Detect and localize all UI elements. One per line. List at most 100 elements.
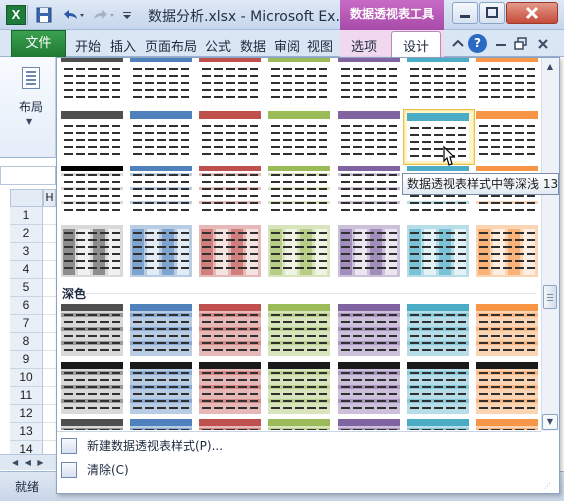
ribbon-restore-icon[interactable] [512,35,530,53]
column-header-h[interactable]: H [43,189,56,207]
style-swatch[interactable] [199,111,261,162]
style-swatch[interactable] [61,111,123,162]
style-swatch[interactable] [407,419,469,430]
save-icon[interactable] [35,5,53,25]
style-swatch[interactable] [199,362,261,414]
style-swatch[interactable] [130,304,192,356]
style-swatch[interactable] [476,225,538,277]
style-swatch[interactable] [61,225,123,277]
customize-quick-access-icon[interactable] [121,5,133,25]
file-tab[interactable]: 文件 [11,30,66,57]
gallery-scrollbar[interactable] [541,58,559,431]
tab-insert[interactable]: 插入 [110,36,136,55]
tab-page-layout[interactable]: 页面布局 [145,36,197,55]
style-swatch[interactable] [130,166,192,218]
style-swatch[interactable] [199,419,261,430]
style-swatch[interactable] [268,58,330,103]
help-icon[interactable]: ? [468,34,487,53]
sheet-cell[interactable] [43,243,56,261]
close-icon[interactable] [506,2,558,24]
sheet-cell[interactable] [43,387,56,405]
style-swatch[interactable] [61,419,123,430]
hovered-style-swatch[interactable] [407,113,469,161]
style-swatch[interactable] [407,225,469,277]
sheet-cell[interactable] [43,405,56,423]
sheet-cell[interactable] [43,297,56,315]
clear-style-menu-item[interactable]: 清除(C) [57,459,541,481]
style-swatch[interactable] [338,225,400,277]
style-swatch[interactable] [130,419,192,430]
minimize-ribbon-icon[interactable] [449,35,467,53]
row-header[interactable]: 3 [10,243,43,261]
tab-data[interactable]: 数据 [240,36,266,55]
undo-icon[interactable] [60,5,86,25]
style-swatch[interactable] [61,304,123,356]
style-swatch[interactable] [130,362,192,414]
tab-options[interactable]: 选项 [351,36,377,55]
tab-view[interactable]: 视图 [307,36,333,55]
style-swatch[interactable] [476,58,538,103]
sheet-cell[interactable] [43,225,56,243]
row-header[interactable]: 13 [10,423,43,441]
style-swatch[interactable] [268,111,330,162]
style-swatch[interactable] [338,419,400,430]
style-swatch[interactable] [199,58,261,103]
new-pivot-style-menu-item[interactable]: 新建数据透视表样式(P)... [57,435,541,457]
formula-bar[interactable] [0,166,56,185]
row-header[interactable]: 10 [10,369,43,387]
sheet-cell[interactable] [43,207,56,225]
style-swatch[interactable] [61,362,123,414]
ribbon-close-icon[interactable] [534,35,552,53]
style-swatch[interactable] [338,166,400,218]
scroll-up-icon[interactable]: ▲ [543,60,557,74]
sheet-cell[interactable] [43,261,56,279]
style-swatch[interactable] [199,225,261,277]
sheet-cell[interactable] [43,315,56,333]
row-header[interactable]: 6 [10,297,43,315]
scroll-thumb[interactable] [543,285,557,309]
style-swatch[interactable] [476,362,538,414]
tab-design[interactable]: 设计 [403,36,429,55]
style-swatch[interactable] [130,111,192,162]
style-swatch[interactable] [338,304,400,356]
tab-formulas[interactable]: 公式 [205,36,231,55]
style-swatch[interactable] [268,419,330,430]
style-swatch[interactable] [476,419,538,430]
row-header[interactable]: 1 [10,207,43,225]
chevron-down-icon[interactable]: ▼ [26,117,32,126]
style-swatch[interactable] [476,304,538,356]
style-swatch[interactable] [130,225,192,277]
row-header[interactable]: 5 [10,279,43,297]
style-swatch[interactable] [268,304,330,356]
resize-grip-icon[interactable]: ⋰ [544,482,556,492]
sheet-cell[interactable] [43,279,56,297]
sheet-cell[interactable] [43,369,56,387]
sheet-cell[interactable] [43,351,56,369]
style-swatch[interactable] [268,166,330,218]
row-header[interactable]: 2 [10,225,43,243]
minimize-icon[interactable] [452,2,478,24]
layout-icon[interactable] [22,67,40,89]
style-swatch[interactable] [61,58,123,103]
row-header[interactable]: 7 [10,315,43,333]
sheet-cell[interactable] [43,333,56,351]
style-swatch[interactable] [407,362,469,414]
restore-icon[interactable] [479,2,505,24]
style-swatch[interactable] [407,304,469,356]
style-swatch[interactable] [338,58,400,103]
row-header[interactable]: 8 [10,333,43,351]
style-swatch[interactable] [199,166,261,218]
style-swatch[interactable] [199,304,261,356]
style-swatch[interactable] [407,58,469,103]
style-swatch[interactable] [268,362,330,414]
row-header[interactable]: 11 [10,387,43,405]
tab-home[interactable]: 开始 [75,36,101,55]
sheet-cell[interactable] [43,423,56,441]
select-all-corner[interactable] [10,189,43,207]
row-header[interactable]: 4 [10,261,43,279]
row-header[interactable]: 9 [10,351,43,369]
style-swatch[interactable] [130,58,192,103]
style-swatch[interactable] [268,225,330,277]
row-header[interactable]: 12 [10,405,43,423]
redo-icon[interactable] [90,5,116,25]
